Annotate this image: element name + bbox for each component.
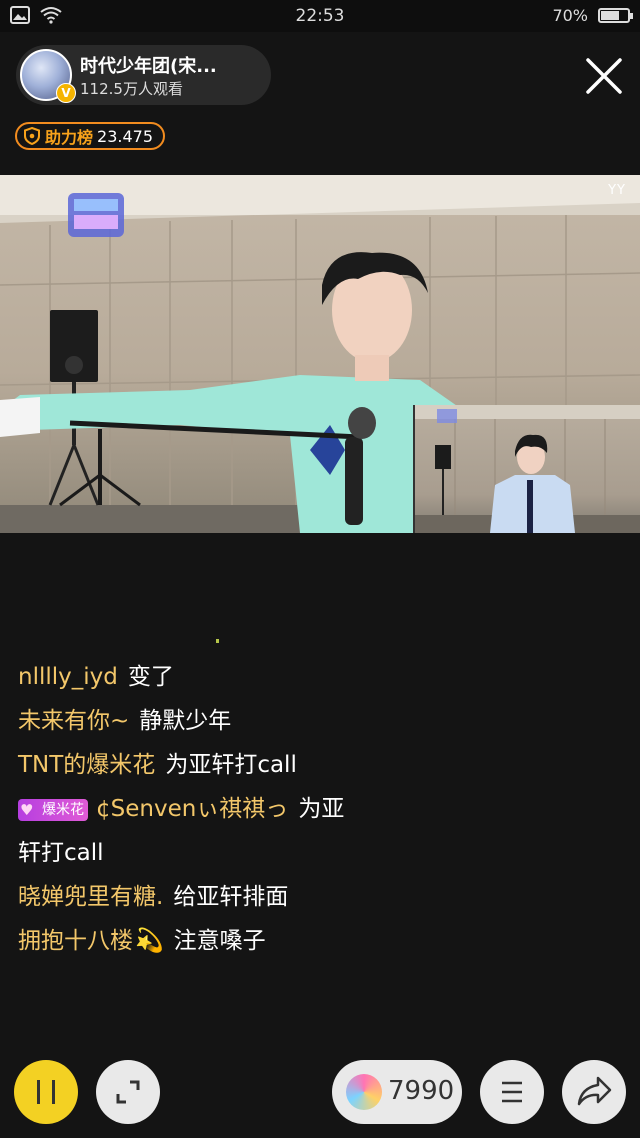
shield-icon: [24, 127, 40, 145]
rank-label: 助力榜: [45, 128, 94, 147]
rank-button[interactable]: 助力榜 23.475: [15, 122, 165, 150]
gift-count: 7990: [388, 1076, 455, 1106]
comment-item: ♥ 爆米花 ¢Senvenぃ祺祺っ 为亚 轩打call: [18, 787, 428, 875]
battery-level: [601, 11, 619, 20]
share-icon: [577, 1076, 612, 1106]
comment-text: 静默少年: [139, 708, 232, 734]
comment-list: nlllly_iyd 变了 未来有你~ 静默少年 TNT的爆米花 为亚轩打call ♥…: [18, 655, 428, 963]
pip-scene: [415, 405, 640, 533]
comment-text: 注意嗓子: [173, 928, 266, 954]
comment-user[interactable]: TNT的爆米花: [18, 752, 155, 778]
fan-badge: ♥ 爆米花: [18, 798, 88, 821]
fan-badge-label: 爆米花: [42, 801, 84, 818]
pause-button[interactable]: [14, 1060, 78, 1124]
comment-user[interactable]: nlllly_iyd: [18, 664, 118, 690]
pip-video[interactable]: [413, 405, 640, 533]
indicator-dot: [216, 639, 219, 643]
list-icon: [502, 1081, 522, 1103]
battery-percent: 70%: [552, 6, 588, 25]
fullscreen-button[interactable]: [96, 1060, 160, 1124]
comment-user[interactable]: ¢Senvenぃ祺祺っ: [96, 796, 288, 822]
menu-button[interactable]: [480, 1060, 544, 1124]
battery-icon: [598, 8, 633, 23]
comment-item: nlllly_iyd 变了: [18, 655, 428, 699]
host-name: 时代少年团(宋...: [80, 56, 217, 77]
comment-item: TNT的爆米花 为亚轩打call: [18, 743, 428, 787]
comment-text-continued: 轩打call: [18, 840, 104, 866]
expand-icon: [116, 1080, 140, 1104]
gift-icon: [346, 1074, 382, 1110]
gift-button[interactable]: 7990: [332, 1060, 462, 1124]
status-bar: 22:53 70%: [0, 0, 640, 32]
comment-text: 给亚轩排面: [173, 884, 289, 910]
comment-item: 未来有你~ 静默少年: [18, 699, 428, 743]
comment-text: 变了: [127, 664, 174, 690]
watermark: YY: [608, 183, 626, 198]
comment-user[interactable]: 拥抱十八楼: [18, 928, 133, 954]
rank-value: 23.475: [97, 126, 153, 146]
comment-user[interactable]: 未来有你~: [18, 708, 129, 734]
share-button[interactable]: [562, 1060, 626, 1124]
status-right: 70%: [552, 6, 633, 25]
verified-badge: V: [56, 83, 76, 103]
comment-text: 为亚轩打call: [165, 752, 297, 778]
pause-icon: [37, 1080, 55, 1104]
viewer-count: 112.5万人观看: [80, 80, 183, 98]
host-info[interactable]: V 时代少年团(宋... 112.5万人观看: [16, 45, 271, 105]
comment-user[interactable]: 晓婵兜里有糖.: [18, 884, 163, 910]
heart-icon: ♥: [20, 800, 34, 819]
comment-item: 拥抱十八楼💫 注意嗓子: [18, 919, 428, 963]
comment-text: 为亚: [298, 796, 345, 822]
close-icon[interactable]: [582, 56, 626, 96]
status-time: 22:53: [295, 6, 345, 26]
sparkle-emoji: 💫: [135, 928, 164, 954]
comment-item: 晓婵兜里有糖. 给亚轩排面: [18, 875, 428, 919]
